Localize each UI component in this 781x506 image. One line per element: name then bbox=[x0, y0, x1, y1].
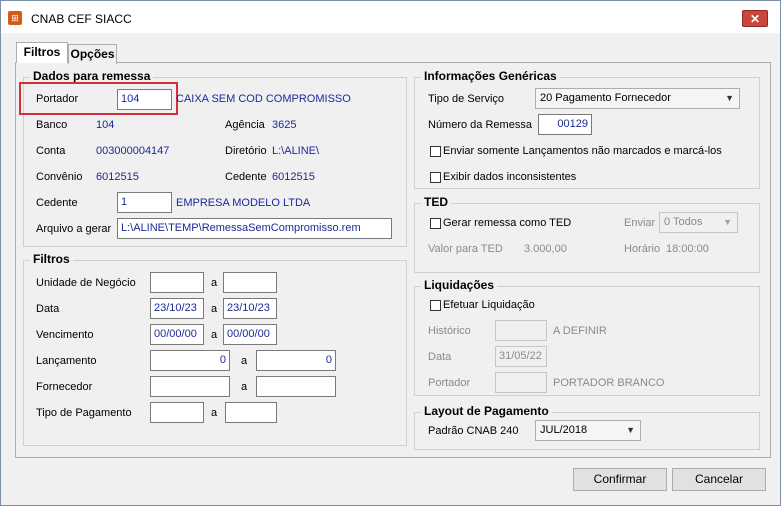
group-filtros-legend: Filtros bbox=[30, 252, 73, 266]
cedente-label: Cedente bbox=[36, 197, 78, 209]
vencimento-from-input[interactable]: 00/00/00 bbox=[150, 324, 204, 345]
tipo-servico-select[interactable]: 20 Pagamento Fornecedor ▼ bbox=[535, 88, 740, 109]
data-to-input[interactable]: 23/10/23 bbox=[223, 298, 277, 319]
tipo-pagamento-from-input[interactable] bbox=[150, 402, 204, 423]
enviar-select[interactable]: 0 Todos ▼ bbox=[659, 212, 738, 233]
efetuar-liquidacao-label: Efetuar Liquidação bbox=[443, 299, 535, 311]
group-dados-remessa-legend: Dados para remessa bbox=[30, 69, 154, 83]
padrao-cnab-select[interactable]: JUL/2018 ▼ bbox=[535, 420, 641, 441]
title-bar: ⊞ CNAB CEF SIACC ✕ bbox=[1, 1, 780, 33]
liquidacao-data-label: Data bbox=[428, 351, 452, 363]
fornecedor-sep: a bbox=[241, 381, 248, 393]
close-button[interactable]: ✕ bbox=[742, 10, 768, 27]
arquivo-input[interactable]: L:\ALINE\TEMP\RemessaSemCompromisso.rem bbox=[117, 218, 392, 239]
app-icon: ⊞ bbox=[8, 11, 22, 25]
group-informacoes-legend: Informações Genéricas bbox=[421, 69, 560, 83]
confirmar-button[interactable]: Confirmar bbox=[573, 468, 667, 491]
unidade-label: Unidade de Negócio bbox=[36, 277, 136, 289]
portador-desc: CAIXA SEM COD COMPROMISSO bbox=[176, 93, 351, 105]
convenio-label: Convênio bbox=[36, 171, 83, 183]
data-sep: a bbox=[211, 303, 218, 315]
numero-remessa-input[interactable]: 00129 bbox=[538, 114, 592, 135]
liquidacao-portador-input[interactable] bbox=[495, 372, 547, 393]
cedente-code-label: Cedente bbox=[225, 171, 267, 183]
fornecedor-label: Fornecedor bbox=[36, 381, 93, 393]
historico-input[interactable] bbox=[495, 320, 547, 341]
tab-panel-filtros: Dados para remessa Filtros Informações G… bbox=[15, 62, 771, 458]
liquidacao-data-input[interactable]: 31/05/22 bbox=[495, 346, 547, 367]
padrao-cnab-label: Padrão CNAB 240 bbox=[428, 425, 519, 437]
group-layout-legend: Layout de Pagamento bbox=[421, 404, 552, 418]
banco-label: Banco bbox=[36, 119, 68, 131]
exibir-inconsistentes-label: Exibir dados inconsistentes bbox=[443, 171, 577, 183]
group-ted-legend: TED bbox=[421, 195, 451, 209]
cedente-input[interactable]: 1 bbox=[117, 192, 172, 213]
diretorio-label: Diretório bbox=[225, 145, 267, 157]
unidade-from-input[interactable] bbox=[150, 272, 204, 293]
lancamento-from-input[interactable]: 0 bbox=[150, 350, 230, 371]
chevron-down-icon: ▼ bbox=[723, 217, 732, 227]
conta-label: Conta bbox=[36, 145, 66, 157]
tipo-servico-value: 20 Pagamento Fornecedor bbox=[540, 92, 671, 104]
arquivo-label: Arquivo a gerar bbox=[36, 223, 112, 235]
convenio-value: 6012515 bbox=[96, 171, 139, 183]
cedente-code-value: 6012515 bbox=[272, 171, 315, 183]
fornecedor-from-input[interactable] bbox=[150, 376, 230, 397]
diretorio-value: L:\ALINE\ bbox=[272, 145, 320, 157]
cancelar-button[interactable]: Cancelar bbox=[672, 468, 766, 491]
historico-label: Histórico bbox=[428, 325, 471, 337]
enviar-somente-label: Enviar somente Lançamentos não marcados … bbox=[443, 145, 722, 157]
banco-value: 104 bbox=[96, 119, 115, 131]
liquidacao-portador-desc: PORTADOR BRANCO bbox=[553, 377, 665, 389]
vencimento-to-input[interactable]: 00/00/00 bbox=[223, 324, 277, 345]
lancamento-label: Lançamento bbox=[36, 355, 97, 367]
enviar-somente-checkbox[interactable] bbox=[430, 146, 441, 157]
numero-remessa-label: Número da Remessa bbox=[428, 119, 532, 131]
historico-desc: A DEFINIR bbox=[553, 325, 607, 337]
fornecedor-to-input[interactable] bbox=[256, 376, 336, 397]
cedente-desc: EMPRESA MODELO LTDA bbox=[176, 197, 311, 209]
group-liquidacoes-legend: Liquidações bbox=[421, 278, 498, 292]
chevron-down-icon: ▼ bbox=[725, 93, 734, 103]
agencia-label: Agência bbox=[225, 119, 265, 131]
efetuar-liquidacao-checkbox[interactable] bbox=[430, 300, 441, 311]
window-title: CNAB CEF SIACC bbox=[31, 12, 132, 26]
tipo-servico-label: Tipo de Serviço bbox=[428, 93, 505, 105]
tipo-pagamento-to-input[interactable] bbox=[225, 402, 277, 423]
dialog-window: ⊞ CNAB CEF SIACC ✕ Dados para remessa Fi… bbox=[0, 0, 781, 506]
lancamento-to-input[interactable]: 0 bbox=[256, 350, 336, 371]
vencimento-sep: a bbox=[211, 329, 218, 341]
tipo-pagamento-sep: a bbox=[211, 407, 218, 419]
enviar-value: 0 Todos bbox=[664, 216, 703, 228]
padrao-cnab-value: JUL/2018 bbox=[540, 424, 588, 436]
horario-value: 18:00:00 bbox=[666, 243, 709, 255]
lancamento-sep: a bbox=[241, 355, 248, 367]
data-from-input[interactable]: 23/10/23 bbox=[150, 298, 204, 319]
tipo-pagamento-label: Tipo de Pagamento bbox=[36, 407, 132, 419]
chevron-down-icon: ▼ bbox=[626, 425, 635, 435]
portador-input[interactable]: 104 bbox=[117, 89, 172, 110]
agencia-value: 3625 bbox=[272, 119, 297, 131]
gerar-ted-checkbox[interactable] bbox=[430, 218, 441, 229]
valor-ted-value: 3.000,00 bbox=[524, 243, 567, 255]
unidade-to-input[interactable] bbox=[223, 272, 277, 293]
valor-ted-label: Valor para TED bbox=[428, 243, 503, 255]
gerar-ted-label: Gerar remessa como TED bbox=[443, 217, 572, 229]
vencimento-label: Vencimento bbox=[36, 329, 94, 341]
liquidacao-portador-label: Portador bbox=[428, 377, 471, 389]
exibir-inconsistentes-checkbox[interactable] bbox=[430, 172, 441, 183]
unidade-sep: a bbox=[211, 277, 218, 289]
conta-value: 003000004147 bbox=[96, 145, 170, 157]
portador-label: Portador bbox=[36, 93, 79, 105]
data-label: Data bbox=[36, 303, 60, 315]
enviar-label: Enviar bbox=[624, 217, 656, 229]
horario-label: Horário bbox=[624, 243, 661, 255]
tab-opcoes[interactable]: Opções bbox=[68, 44, 117, 64]
tab-filtros[interactable]: Filtros bbox=[16, 42, 68, 63]
